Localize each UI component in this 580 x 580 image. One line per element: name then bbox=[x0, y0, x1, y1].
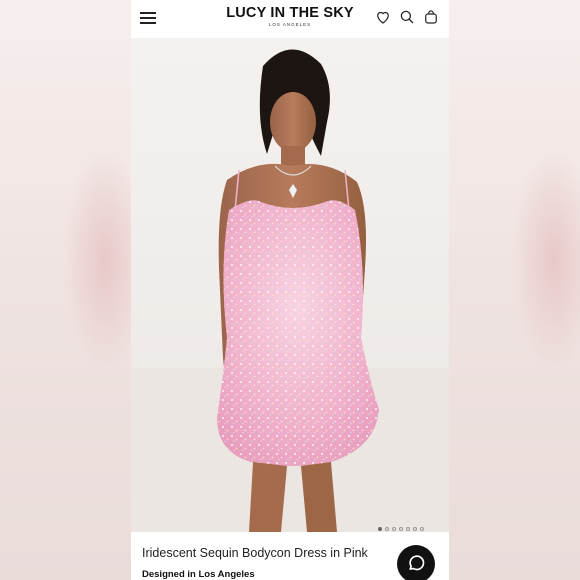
blurred-backdrop-left bbox=[0, 0, 131, 580]
carousel-dot[interactable] bbox=[413, 527, 417, 531]
carousel-dot[interactable] bbox=[406, 527, 410, 531]
chat-icon bbox=[409, 555, 425, 571]
carousel-dot[interactable] bbox=[420, 527, 424, 531]
designed-in-label: Designed in Los Angeles bbox=[142, 569, 255, 580]
product-title: Iridescent Sequin Bodycon Dress in Pink bbox=[142, 546, 368, 560]
product-image[interactable] bbox=[131, 38, 449, 532]
heart-icon[interactable] bbox=[374, 8, 392, 26]
site-header: LUCY IN THE SKY LOS ANGELES bbox=[131, 0, 449, 38]
product-info: Iridescent Sequin Bodycon Dress in Pink … bbox=[131, 532, 449, 580]
product-page: LUCY IN THE SKY LOS ANGELES Iridescent S… bbox=[131, 0, 449, 580]
carousel-dot[interactable] bbox=[392, 527, 396, 531]
image-carousel-indicators bbox=[378, 518, 427, 531]
model-in-dress-illustration bbox=[131, 49, 449, 532]
bag-icon[interactable] bbox=[422, 8, 440, 26]
chat-button[interactable] bbox=[397, 545, 435, 580]
blurred-backdrop-right bbox=[449, 0, 580, 580]
carousel-dot[interactable] bbox=[378, 527, 382, 531]
carousel-dot[interactable] bbox=[399, 527, 403, 531]
carousel-dot[interactable] bbox=[385, 527, 389, 531]
search-icon[interactable] bbox=[398, 8, 416, 26]
